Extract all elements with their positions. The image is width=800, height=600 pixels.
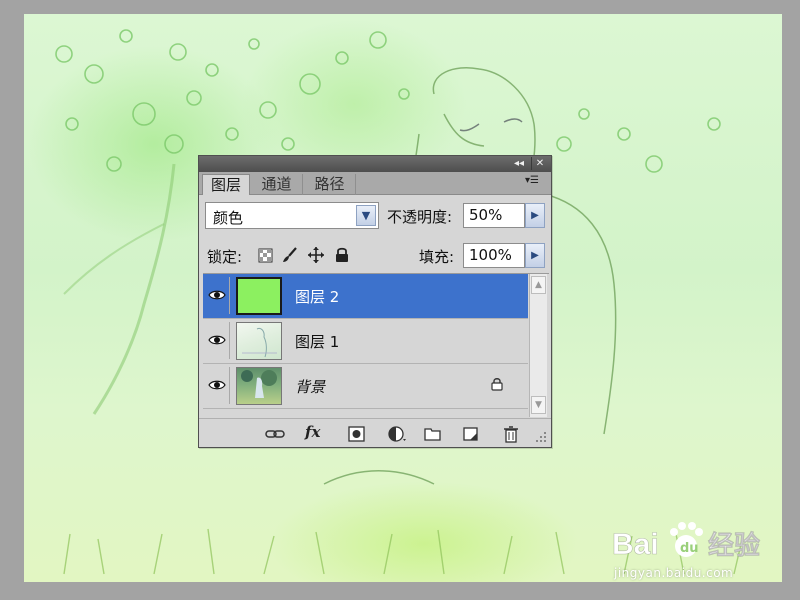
layer-name[interactable]: 图层 1 bbox=[295, 331, 339, 352]
eye-icon bbox=[208, 290, 226, 300]
watermark-url: jingyan.baidu.com bbox=[614, 566, 734, 580]
blend-mode-value: 颜色 bbox=[213, 209, 244, 227]
folder-icon[interactable] bbox=[423, 425, 443, 443]
lock-transparent-pixels-icon[interactable] bbox=[257, 246, 275, 264]
lock-label: 锁定: bbox=[207, 248, 243, 266]
brush-icon[interactable] bbox=[281, 246, 299, 264]
close-panel-icon[interactable]: ✕ bbox=[531, 157, 548, 170]
blend-mode-select[interactable]: 颜色 ▼ bbox=[205, 202, 379, 229]
lock-icon bbox=[491, 378, 503, 391]
layer-thumbnail bbox=[236, 277, 282, 315]
new-layer-icon[interactable] bbox=[461, 425, 481, 443]
lock-icon[interactable] bbox=[333, 246, 351, 264]
layers-panel: ◂◂ ✕ 图层 通道 路径 ▾☰ 颜色 ▼ 不透明度: 50% ▶ 锁定: 填充… bbox=[198, 155, 552, 448]
layer-row-background[interactable]: 背景 bbox=[203, 364, 528, 409]
tab-paths[interactable]: 路径 bbox=[304, 174, 356, 195]
trash-icon[interactable] bbox=[501, 425, 521, 443]
scroll-down-icon[interactable]: ▼ bbox=[531, 396, 546, 414]
scroll-up-icon[interactable]: ▲ bbox=[531, 276, 546, 294]
fill-input[interactable]: 100% bbox=[463, 243, 525, 268]
opacity-slider-arrow-icon[interactable]: ▶ bbox=[525, 203, 545, 228]
tab-layers[interactable]: 图层 bbox=[202, 174, 250, 195]
resize-grip-icon[interactable] bbox=[535, 431, 547, 443]
layer-row-layer-1[interactable]: 图层 1 bbox=[203, 319, 528, 364]
collapse-panel-icon[interactable]: ◂◂ bbox=[511, 157, 527, 170]
adjustment-layer-icon[interactable] bbox=[387, 425, 407, 443]
fill-label: 填充: bbox=[419, 248, 455, 266]
panel-tab-bar: 图层 通道 路径 ▾☰ bbox=[199, 172, 551, 195]
visibility-toggle[interactable] bbox=[204, 367, 230, 404]
visibility-toggle[interactable] bbox=[204, 322, 230, 359]
layer-name[interactable]: 背景 bbox=[295, 376, 325, 397]
chevron-down-icon[interactable]: ▼ bbox=[356, 205, 376, 226]
svg-text:经验: 经验 bbox=[708, 530, 760, 561]
eye-icon bbox=[208, 335, 226, 345]
eye-icon bbox=[208, 380, 226, 390]
layer-list-scrollbar[interactable]: ▲ ▼ bbox=[529, 274, 547, 417]
link-icon[interactable] bbox=[265, 425, 285, 443]
layer-thumbnail bbox=[236, 322, 282, 360]
layer-thumbnail bbox=[236, 367, 282, 405]
layer-name[interactable]: 图层 2 bbox=[295, 286, 339, 307]
opacity-label: 不透明度: bbox=[387, 208, 453, 226]
svg-text:Bai: Bai bbox=[612, 528, 659, 561]
visibility-toggle[interactable] bbox=[204, 277, 230, 314]
move-icon[interactable] bbox=[307, 246, 325, 264]
layer-row-layer-2[interactable]: 图层 2 bbox=[203, 274, 528, 319]
mask-icon[interactable] bbox=[347, 425, 367, 443]
svg-text:du: du bbox=[680, 541, 699, 556]
fx-icon[interactable]: fx bbox=[305, 423, 325, 441]
tab-channels[interactable]: 通道 bbox=[251, 174, 303, 195]
layer-list: 图层 2 图层 1 背景 ▲ ▼ bbox=[203, 273, 549, 418]
opacity-input[interactable]: 50% bbox=[463, 203, 525, 228]
layers-toolbar: fx bbox=[199, 418, 551, 447]
panel-title-bar[interactable]: ◂◂ ✕ bbox=[199, 156, 551, 172]
panel-menu-icon[interactable]: ▾☰ bbox=[525, 175, 539, 186]
fill-slider-arrow-icon[interactable]: ▶ bbox=[525, 243, 545, 268]
